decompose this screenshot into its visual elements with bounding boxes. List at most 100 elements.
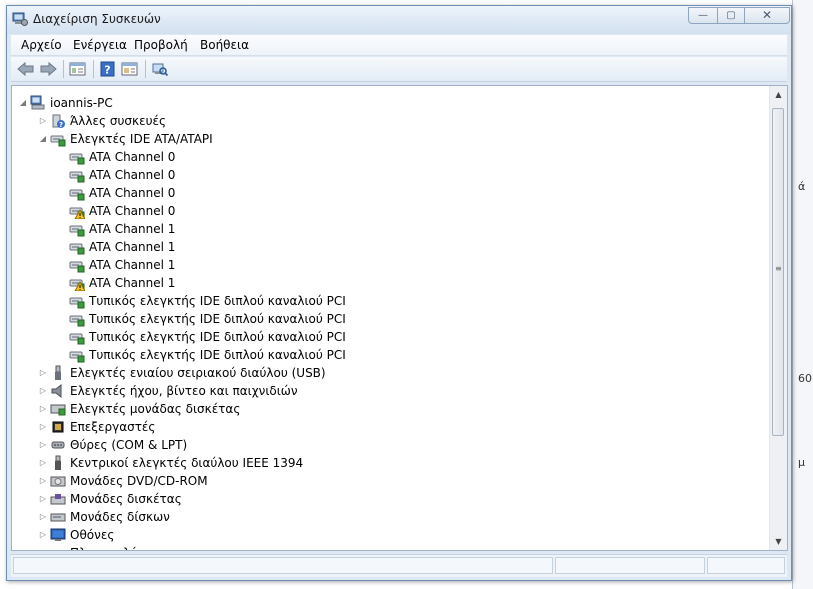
menu-view[interactable]: Προβολή <box>134 38 188 52</box>
maximize-button[interactable]: ▢ <box>717 7 745 24</box>
expand-arrow-icon[interactable]: ▷ <box>38 400 48 418</box>
expand-arrow-icon[interactable]: ▷ <box>38 490 48 508</box>
tree-category[interactable]: ▷ Θύρες (COM & LPT) <box>12 436 769 454</box>
ide-channel-icon <box>69 185 85 201</box>
tree-item-label: Τυπικός ελεγκτής IDE διπλού καναλιού PCI <box>89 312 346 326</box>
tree-category[interactable]: ▷ Ελεγκτές μονάδας δισκέτας <box>12 400 769 418</box>
tree-item-label: Κεντρικοί ελεγκτές διαύλου IEEE 1394 <box>70 456 304 470</box>
show-hide-tree-icon[interactable] <box>69 61 87 77</box>
title-bar[interactable]: Διαχείριση Συσκευών — ▢ ✕ <box>7 6 791 34</box>
tree-device[interactable]: ATA Channel 0 <box>12 184 769 202</box>
tree-item-label: ATA Channel 1 <box>89 222 176 236</box>
menu-help[interactable]: Βοήθεια <box>200 38 249 52</box>
speaker-icon <box>50 383 66 399</box>
floppy-drive-icon <box>50 491 66 507</box>
tree-category[interactable]: ▷ Οθόνες <box>12 526 769 544</box>
minimize-button[interactable]: — <box>688 7 718 24</box>
menu-action[interactable]: Ενέργεια <box>73 38 127 52</box>
help-icon[interactable]: ? <box>99 61 117 77</box>
menu-bar: Αρχείο Ενέργεια Προβολή Βοήθεια <box>11 35 787 56</box>
tree-item-label: ATA Channel 0 <box>89 204 176 218</box>
ide-channel-icon <box>69 311 85 327</box>
unknown-device-icon: ? <box>50 113 66 129</box>
tree-item-label: ATA Channel 0 <box>89 186 176 200</box>
tree-device[interactable]: ATA Channel 1 <box>12 220 769 238</box>
expand-arrow-icon[interactable]: ▷ <box>38 382 48 400</box>
tree-category[interactable]: ▷ Μονάδες DVD/CD-ROM <box>12 472 769 490</box>
tree-item-label: Θύρες (COM & LPT) <box>70 438 188 452</box>
collapse-arrow-icon[interactable]: ◢ <box>38 130 48 148</box>
tree-category[interactable]: ◢ Ελεγκτές IDE ATA/ATAPI <box>12 130 769 148</box>
tree-item-label: Μονάδες δισκέτας <box>70 492 182 506</box>
tree-device[interactable]: ATA Channel 0 <box>12 148 769 166</box>
tree-device[interactable]: ATA Channel 1 <box>12 238 769 256</box>
tree-category[interactable]: ▷ Ελεγκτές ενιαίου σειριακού διαύλου (USB… <box>12 364 769 382</box>
expand-arrow-icon[interactable]: ▷ <box>38 364 48 382</box>
scan-hardware-icon[interactable] <box>151 61 169 77</box>
disk-drive-icon <box>50 509 66 525</box>
tree-root[interactable]: ◢ ioannis-PC <box>12 94 769 112</box>
tree-category[interactable]: ▷? Άλλες συσκευές <box>12 112 769 130</box>
expand-arrow-icon[interactable]: ▷ <box>38 436 48 454</box>
expand-arrow-icon[interactable]: ▷ <box>38 472 48 490</box>
device-manager-icon <box>12 12 28 26</box>
tree-category[interactable]: ▷ Κεντρικοί ελεγκτές διαύλου IEEE 1394 <box>12 454 769 472</box>
firewire-icon <box>50 455 66 471</box>
scroll-thumb[interactable]: ≡ <box>772 108 784 436</box>
processor-icon <box>50 419 66 435</box>
tree-item-label: Μονάδες DVD/CD-ROM <box>70 474 208 488</box>
close-button[interactable]: ✕ <box>744 7 790 24</box>
tree-item-label: Οθόνες <box>70 528 115 542</box>
expand-arrow-icon[interactable]: ▷ <box>38 508 48 526</box>
usb-icon <box>50 365 66 381</box>
back-icon[interactable] <box>17 61 35 77</box>
tree-device[interactable]: Τυπικός ελεγκτής IDE διπλού καναλιού PCI <box>12 346 769 364</box>
ide-channel-icon <box>69 329 85 345</box>
port-icon <box>50 437 66 453</box>
tree-device[interactable]: Τυπικός ελεγκτής IDE διπλού καναλιού PCI <box>12 292 769 310</box>
expand-arrow-icon[interactable]: ▷ <box>38 112 48 130</box>
status-pane-secondary <box>555 557 705 574</box>
tree-item-label: ATA Channel 1 <box>89 240 176 254</box>
ide-channel-icon <box>69 347 85 363</box>
monitor-icon <box>50 527 66 543</box>
background-text: ά <box>798 180 806 193</box>
tree-category[interactable]: ▷ Επεξεργαστές <box>12 418 769 436</box>
tree-device[interactable]: ATA Channel 0 <box>12 166 769 184</box>
expand-arrow-icon[interactable]: ▷ <box>38 418 48 436</box>
tree-device[interactable]: ATA Channel 0 <box>12 202 769 220</box>
expand-arrow-icon[interactable]: ▷ <box>38 544 48 550</box>
device-manager-window: Διαχείριση Συσκευών — ▢ ✕ Αρχείο Ενέργει… <box>6 5 792 581</box>
background-text: 60 <box>798 372 812 385</box>
tree-category[interactable]: ▷ Μονάδες δισκέτας <box>12 490 769 508</box>
tree-device[interactable]: ATA Channel 1 <box>12 256 769 274</box>
tree-item-label: Τυπικός ελεγκτής IDE διπλού καναλιού PCI <box>89 348 346 362</box>
tree-category[interactable]: ▷ Πληκτρολόγια <box>12 544 769 550</box>
computer-icon <box>30 95 46 111</box>
forward-icon[interactable] <box>39 61 57 77</box>
scroll-up-button[interactable]: ▲ <box>770 86 787 103</box>
tree-device[interactable]: ATA Channel 1 <box>12 274 769 292</box>
menu-file[interactable]: Αρχείο <box>21 38 62 52</box>
vertical-scrollbar[interactable]: ▲ ≡ ▼ <box>769 86 787 550</box>
expand-arrow-icon[interactable]: ▷ <box>38 526 48 544</box>
tree-item-label: ATA Channel 0 <box>89 168 176 182</box>
tree-item-label: Τυπικός ελεγκτής IDE διπλού καναλιού PCI <box>89 330 346 344</box>
collapse-arrow-icon[interactable]: ◢ <box>18 94 28 112</box>
tree-category[interactable]: ▷ Ελεγκτές ήχου, βίντεο και παιχνιδιών <box>12 382 769 400</box>
toolbar: ? <box>11 57 787 82</box>
keyboard-icon <box>50 545 66 550</box>
tree-item-label: Ελεγκτές ενιαίου σειριακού διαύλου (USB) <box>70 366 326 380</box>
tree-item-label: ATA Channel 0 <box>89 150 176 164</box>
tree-device[interactable]: Τυπικός ελεγκτής IDE διπλού καναλιού PCI <box>12 310 769 328</box>
tree-category[interactable]: ▷ Μονάδες δίσκων <box>12 508 769 526</box>
tree-item-label: Ελεγκτές IDE ATA/ATAPI <box>70 132 213 146</box>
device-tree[interactable]: ◢ ioannis-PC ▷? Άλλες συσκευές ◢ Ελεγκτές IDE… <box>11 85 788 551</box>
ide-channel-icon <box>69 221 85 237</box>
tree-item-label: ATA Channel 1 <box>89 258 176 272</box>
properties-icon[interactable] <box>121 61 139 77</box>
ide-channel-icon <box>69 293 85 309</box>
expand-arrow-icon[interactable]: ▷ <box>38 454 48 472</box>
tree-device[interactable]: Τυπικός ελεγκτής IDE διπλού καναλιού PCI <box>12 328 769 346</box>
scroll-down-button[interactable]: ▼ <box>770 533 787 550</box>
